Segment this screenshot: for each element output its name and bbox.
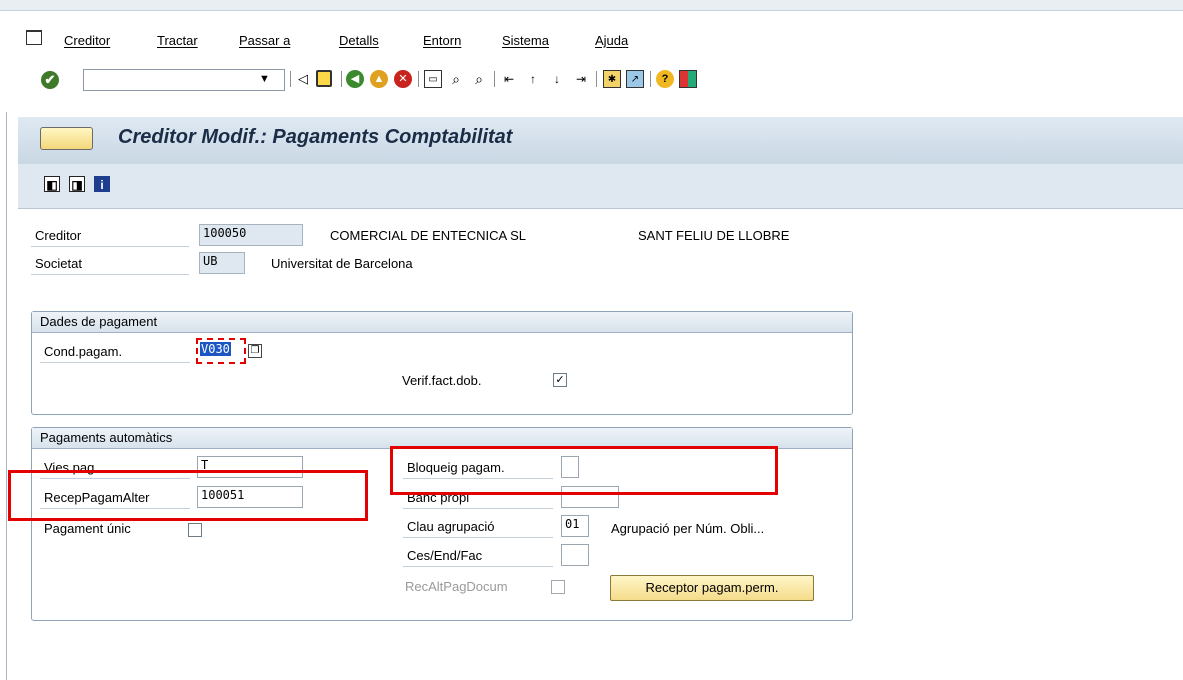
toolbar-separator [650,71,651,87]
next-page-icon[interactable]: ↓ [548,70,566,88]
creditor-label: Creditor [31,226,189,247]
clau-agrupacio-description: Agrupació per Núm. Obli... [611,521,765,536]
value-help-icon[interactable]: ❐ [248,344,262,358]
new-session-icon[interactable]: ✱ [603,70,621,88]
societat-field: UB [199,252,245,274]
creditor-city: SANT FELIU DE LLOBRE [638,228,790,243]
toolbar-separator [341,71,342,87]
cancel-icon[interactable]: ✕ [394,70,412,88]
cond-pagam-value: V030 [200,342,231,356]
toolbar-separator [418,71,419,87]
menu-creditor[interactable]: Creditor [64,33,110,48]
system-menu-button[interactable] [40,127,93,150]
save-icon[interactable] [316,70,332,87]
dades-pagament-title: Dades de pagament [32,312,852,333]
verif-fact-checkbox[interactable]: ✓ [553,373,567,387]
command-field[interactable] [83,69,285,91]
dades-pagament-group: Dades de pagament [31,311,853,415]
highlight-bloqueig-pagam [390,446,778,495]
window-top-strip [0,0,1183,11]
screen-left-border [6,112,7,680]
clau-agrupacio-label: Clau agrupació [403,517,553,538]
layout-icon[interactable] [679,70,697,88]
societat-label: Societat [31,254,189,275]
verif-fact-label: Verif.fact.dob. [402,373,482,388]
pagament-unic-label: Pagament únic [44,521,131,536]
highlight-recep-pagam-alter [8,470,368,521]
exit-icon[interactable]: ▲ [370,70,388,88]
clau-agrupacio-field[interactable]: 01 [561,515,589,537]
pagament-unic-checkbox[interactable] [188,523,202,537]
prev-page-icon[interactable]: ↑ [524,70,542,88]
toolbar-separator [596,71,597,87]
find-next-icon[interactable]: ⌕ [470,70,488,88]
find-icon[interactable]: ⌕ [447,70,465,88]
menu-sistema[interactable]: Sistema [502,33,549,48]
cond-pagam-field[interactable]: V030 [196,338,246,364]
shortcut-icon[interactable]: ↗ [626,70,644,88]
rec-alt-pag-docum-checkbox [551,580,565,594]
toolbar-separator [494,71,495,87]
help-icon[interactable]: ? [656,70,674,88]
first-page-icon[interactable]: ⇤ [500,70,518,88]
menu-tractar[interactable]: Tractar [157,33,198,48]
toolbar-separator [290,71,291,87]
application-toolbar [18,164,1183,209]
ces-end-fac-field[interactable] [561,544,589,566]
menu-passar-a[interactable]: Passar a [239,33,290,48]
menu-entorn[interactable]: Entorn [423,33,461,48]
receptor-pagam-perm-button[interactable]: Receptor pagam.perm. [610,575,814,601]
command-dropdown-icon[interactable]: ▼ [259,73,270,85]
menu-ajuda[interactable]: Ajuda [595,33,628,48]
menu-window-icon[interactable] [26,30,42,45]
rec-alt-pag-docum-label: RecAltPagDocum [405,579,508,594]
enter-icon[interactable]: ✔ [41,71,59,89]
print-icon[interactable]: ▭ [424,70,442,88]
creditor-field: 100050 [199,224,303,246]
creditor-name: COMERCIAL DE ENTECNICA SL [330,228,527,243]
next-screen-icon[interactable]: ◨ [69,176,85,192]
info-icon[interactable]: i [94,176,110,192]
back-green-icon[interactable]: ◀ [346,70,364,88]
menu-detalls[interactable]: Detalls [339,33,379,48]
ces-end-fac-label: Ces/End/Fac [403,546,553,567]
cond-pagam-label: Cond.pagam. [40,342,190,363]
previous-screen-icon[interactable]: ◧ [44,176,60,192]
last-page-icon[interactable]: ⇥ [572,70,590,88]
page-title: Creditor Modif.: Pagaments Comptabilitat [118,126,513,148]
societat-name: Universitat de Barcelona [271,256,413,271]
back-icon[interactable]: ◁ [294,70,312,88]
